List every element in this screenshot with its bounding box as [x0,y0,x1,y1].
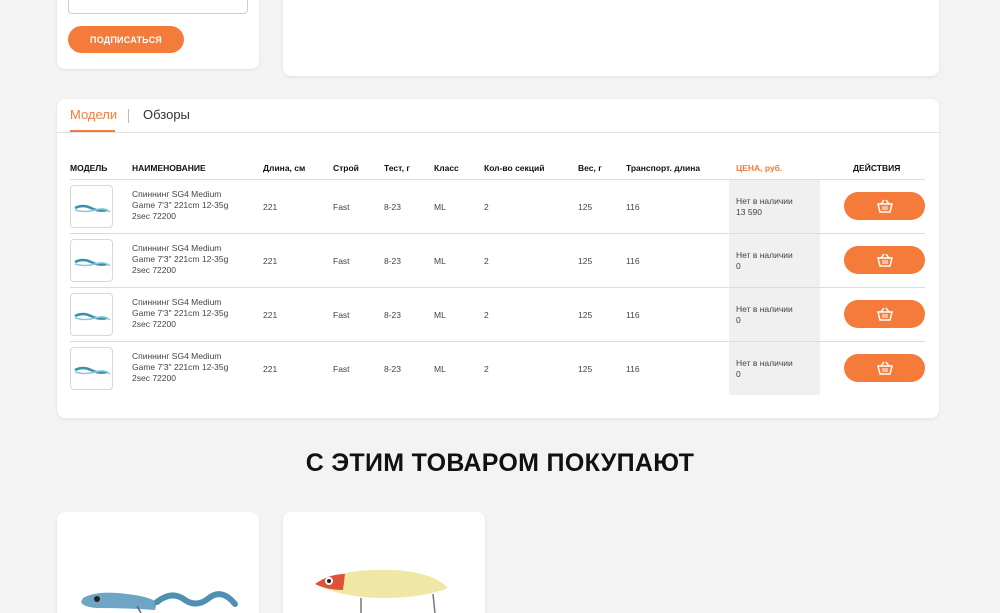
info-card [283,0,939,76]
action-value: Fast [333,202,350,212]
sections-value: 2 [484,310,489,320]
table-row: Спиннинг SG4 Medium Game 7'3" 221cm 12-3… [57,180,939,234]
tab-models[interactable]: Модели [70,107,117,122]
availability-text: Нет в наличии [736,304,793,314]
header-weight: Вес, г [578,163,602,173]
subscribe-card: ПОДПИСАТЬСЯ [57,0,259,69]
availability: Нет в наличии 0 [736,304,816,326]
header-price: ЦЕНА, руб. [736,163,783,173]
sections-value: 2 [484,364,489,374]
header-action: Строй [333,163,359,173]
rod-image-icon [74,258,111,267]
sections-value: 2 [484,256,489,266]
table-row: Спиннинг SG4 Medium Game 7'3" 221cm 12-3… [57,342,939,396]
action-value: Fast [333,256,350,266]
availability-text: Нет в наличии [736,358,793,368]
availability-text: Нет в наличии [736,196,793,206]
class-value: ML [434,256,446,266]
related-product-card[interactable] [57,512,259,613]
availability: Нет в наличии 0 [736,250,816,272]
related-product-card[interactable] [283,512,485,613]
weight-value: 125 [578,310,593,320]
header-model: МОДЕЛЬ [70,163,108,173]
price-value: 0 [736,369,741,379]
soft-bait-fish-image [81,591,238,613]
email-input[interactable] [68,0,248,14]
test-value: 8-23 [384,310,402,320]
basket-icon [876,199,893,213]
tab-reviews[interactable]: Обзоры [143,107,190,122]
class-value: ML [434,310,446,320]
weight-value: 125 [578,256,593,266]
rod-image-icon [74,366,111,375]
length-value: 221 [263,202,278,212]
product-name[interactable]: Спиннинг SG4 Medium Game 7'3" 221cm 12-3… [132,351,244,384]
rod-image-icon [74,204,111,213]
product-name[interactable]: Спиннинг SG4 Medium Game 7'3" 221cm 12-3… [132,297,244,330]
transport-value: 116 [626,202,640,212]
length-value: 221 [263,310,278,320]
price-value: 0 [736,261,741,271]
test-value: 8-23 [384,256,402,266]
length-value: 221 [263,256,278,266]
header-length: Длина, см [263,163,306,173]
action-value: Fast [333,364,350,374]
add-to-cart-button[interactable] [844,354,925,382]
length-value: 221 [263,364,278,374]
table-row: Спиннинг SG4 Medium Game 7'3" 221cm 12-3… [57,288,939,342]
action-value: Fast [333,310,350,320]
subscribe-button[interactable]: ПОДПИСАТЬСЯ [68,26,184,53]
transport-value: 116 [626,310,640,320]
add-to-cart-button[interactable] [844,300,925,328]
header-name: НАИМЕНОВАНИЕ [132,163,206,173]
models-table-card: Модели Обзоры МОДЕЛЬ НАИМЕНОВАНИЕ Длина,… [57,99,939,418]
weight-value: 125 [578,364,593,374]
header-test: Тест, г [384,163,410,173]
add-to-cart-button[interactable] [844,246,925,274]
header-transport: Транспорт. длина [626,163,701,173]
rod-thumbnail[interactable] [70,239,113,282]
wobbler-lure-image [315,569,448,613]
price-value: 0 [736,315,741,325]
table-row: Спиннинг SG4 Medium Game 7'3" 221cm 12-3… [57,234,939,288]
basket-icon [876,361,893,375]
test-value: 8-23 [384,202,402,212]
price-value: 13 590 [736,207,762,217]
product-name[interactable]: Спиннинг SG4 Medium Game 7'3" 221cm 12-3… [132,243,244,276]
rod-image-icon [74,312,111,321]
header-sections: Кол-во секций [484,163,545,173]
tabs-bar: Модели Обзоры [57,99,939,133]
active-tab-indicator [70,130,115,132]
header-class: Класс [434,163,459,173]
transport-value: 116 [626,256,640,266]
product-name[interactable]: Спиннинг SG4 Medium Game 7'3" 221cm 12-3… [132,189,244,222]
class-value: ML [434,364,446,374]
test-value: 8-23 [384,364,402,374]
availability: Нет в наличии 0 [736,358,816,380]
rod-thumbnail[interactable] [70,185,113,228]
class-value: ML [434,202,446,212]
add-to-cart-button[interactable] [844,192,925,220]
availability-text: Нет в наличии [736,250,793,260]
basket-icon [876,253,893,267]
tab-divider [128,109,129,123]
availability: Нет в наличии 13 590 [736,196,816,218]
header-actions: ДЕЙСТВИЯ [853,163,901,173]
weight-value: 125 [578,202,593,212]
basket-icon [876,307,893,321]
sections-value: 2 [484,202,489,212]
rod-thumbnail[interactable] [70,293,113,336]
rod-thumbnail[interactable] [70,347,113,390]
related-section-title: С ЭТИМ ТОВАРОМ ПОКУПАЮТ [305,449,695,477]
transport-value: 116 [626,364,640,374]
